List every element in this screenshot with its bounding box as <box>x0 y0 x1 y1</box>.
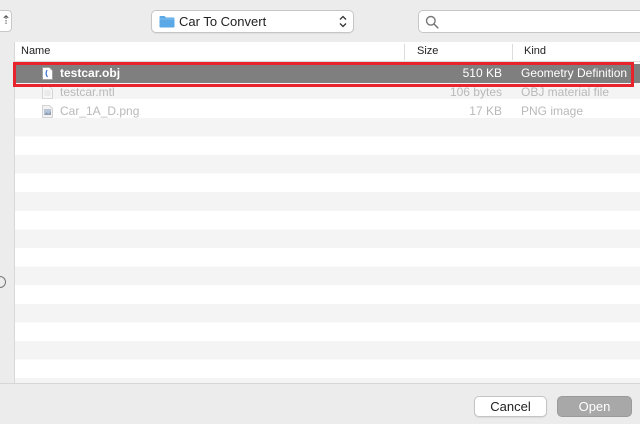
file-size: 510 KB <box>462 66 502 80</box>
image-icon <box>42 105 53 118</box>
cancel-button[interactable]: Cancel <box>474 396 547 417</box>
folder-icon <box>159 16 175 28</box>
location-popup[interactable]: Car To Convert <box>151 10 354 33</box>
file-size: 106 bytes <box>449 85 502 99</box>
column-header-size[interactable]: Size <box>417 45 438 57</box>
new-folder-button[interactable]: ⇡ <box>0 10 12 32</box>
search-icon <box>425 15 439 29</box>
file-row-testcar-obj[interactable]: testcar.obj 510 KB Geometry Definition <box>15 64 640 83</box>
column-divider[interactable] <box>512 44 513 60</box>
file-row-car-png: Car_1A_D.png 17 KB PNG image <box>15 102 640 121</box>
file-row-testcar-mtl: testcar.mtl 106 bytes OBJ material file <box>15 83 640 102</box>
open-button[interactable]: Open <box>557 396 632 417</box>
file-name: testcar.mtl <box>60 85 115 99</box>
open-file-dialog: ⇡ Car To Convert Name Size Kind testcar.… <box>0 0 640 424</box>
column-header-name[interactable]: Name <box>21 45 50 57</box>
column-header-row: Name Size Kind <box>15 42 640 62</box>
chevron-up-down-icon <box>339 15 347 28</box>
file-kind: Geometry Definition <box>521 66 628 80</box>
file-name: testcar.obj <box>60 66 121 80</box>
file-rows: testcar.obj 510 KB Geometry Definition t… <box>15 62 640 383</box>
file-kind: PNG image <box>521 104 584 118</box>
search-input[interactable] <box>443 13 633 30</box>
column-divider[interactable] <box>404 44 405 60</box>
file-kind: OBJ material file <box>521 85 610 99</box>
document-icon <box>42 86 53 99</box>
file-size: 17 KB <box>469 104 502 118</box>
button-bar: Cancel Open <box>0 383 640 424</box>
location-label: Car To Convert <box>179 14 267 29</box>
search-field[interactable] <box>418 10 640 33</box>
file-list: Name Size Kind testcar.obj 510 KB Geomet… <box>14 42 640 383</box>
info-circle-icon <box>0 276 6 288</box>
toolbar: ⇡ Car To Convert <box>0 0 640 42</box>
upload-arrow-icon: ⇡ <box>1 13 12 27</box>
file-name: Car_1A_D.png <box>60 104 140 118</box>
column-header-kind[interactable]: Kind <box>524 45 546 57</box>
document-icon <box>42 67 53 80</box>
